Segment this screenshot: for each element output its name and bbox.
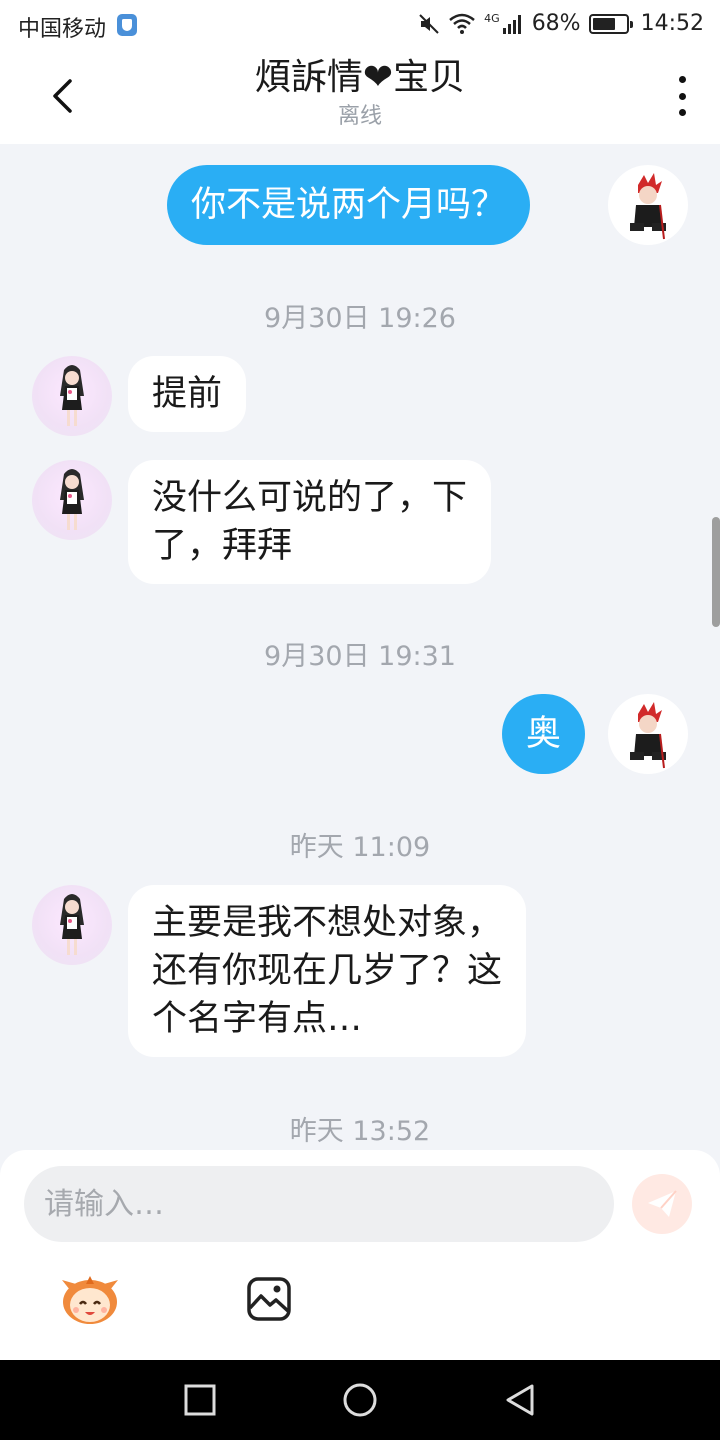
more-dot-icon [678, 92, 686, 100]
square-icon [184, 1384, 216, 1416]
home-button[interactable] [340, 1380, 380, 1420]
triangle-back-icon [506, 1384, 534, 1416]
emoji-button[interactable] [58, 1272, 122, 1326]
anime-boy-avatar-image [630, 173, 666, 240]
mute-icon [419, 13, 439, 34]
anime-girl-avatar-image [60, 469, 84, 530]
carrier-label: 中国移动 [18, 17, 107, 42]
system-nav-bar [0, 1360, 720, 1440]
more-dot-icon [678, 76, 686, 83]
incoming-message[interactable]: 没什么可说的了，下 了，拜拜 [128, 460, 492, 584]
wifi-icon [449, 13, 475, 34]
message-line: 了，拜拜 [152, 526, 293, 566]
input-panel [0, 1150, 720, 1360]
clock: 14:52 [640, 11, 704, 36]
message-line: 没什么可说的了，下 [152, 478, 468, 518]
contact-avatar[interactable] [32, 356, 112, 436]
message-line: 主要是我不想处对象， [152, 903, 503, 943]
contact-avatar[interactable] [32, 460, 112, 540]
my-avatar[interactable] [608, 165, 688, 245]
timestamp: 昨天 11:09 [289, 832, 431, 863]
send-icon [648, 1190, 677, 1217]
message-line: 个名字有点… [152, 999, 363, 1039]
battery-icon [588, 13, 633, 34]
message-list[interactable]: 你不是说两个月吗？ 9月30日 19:26 提前 没什么可说的了，下 了，拜拜 … [0, 144, 720, 1150]
chat-header: 煩訴情❤宝贝 离线 [0, 50, 720, 144]
outgoing-message[interactable]: 奥 [502, 694, 586, 774]
scrollbar[interactable] [712, 517, 720, 627]
security-shield-icon [117, 14, 137, 36]
message-text: 你不是说两个月吗？ [191, 185, 507, 225]
timestamp: 9月30日 19:31 [264, 641, 456, 672]
battery-level [592, 17, 615, 30]
signal-icon [502, 14, 521, 34]
my-avatar[interactable] [608, 694, 688, 774]
more-options-button[interactable] [672, 76, 692, 116]
network-type-label: 4G [484, 12, 500, 25]
image-icon [247, 1277, 291, 1321]
timestamp: 9月30日 19:26 [264, 303, 456, 334]
anime-girl-avatar-image [60, 894, 84, 955]
more-dot-icon [678, 109, 686, 116]
message-input[interactable] [24, 1166, 614, 1242]
anime-boy-avatar-image [630, 702, 666, 769]
send-button[interactable] [632, 1174, 692, 1234]
emoji-face-icon [62, 1276, 118, 1324]
back-nav-button[interactable] [500, 1380, 540, 1420]
message-line: 还有你现在几岁了？这 [152, 951, 503, 991]
contact-avatar[interactable] [32, 885, 112, 965]
anime-girl-avatar-image [60, 365, 84, 426]
circle-icon [343, 1383, 377, 1417]
image-button[interactable] [246, 1276, 292, 1322]
online-status: 离线 [337, 104, 382, 129]
status-icons: 4G 68% 14:52 [418, 11, 704, 36]
incoming-message[interactable]: 提前 [128, 356, 247, 432]
message-text: 提前 [152, 374, 223, 414]
message-text: 奥 [526, 714, 562, 754]
status-bar: 中国移动 4G 68% 14:52 [0, 0, 720, 50]
incoming-message[interactable]: 主要是我不想处对象， 还有你现在几岁了？这 个名字有点… [128, 885, 527, 1057]
contact-name: 煩訴情❤宝贝 [254, 57, 466, 98]
battery-percent: 68% [531, 11, 581, 36]
timestamp: 昨天 13:52 [289, 1116, 431, 1147]
recent-apps-button[interactable] [180, 1380, 220, 1420]
outgoing-message[interactable]: 你不是说两个月吗？ [167, 165, 531, 245]
